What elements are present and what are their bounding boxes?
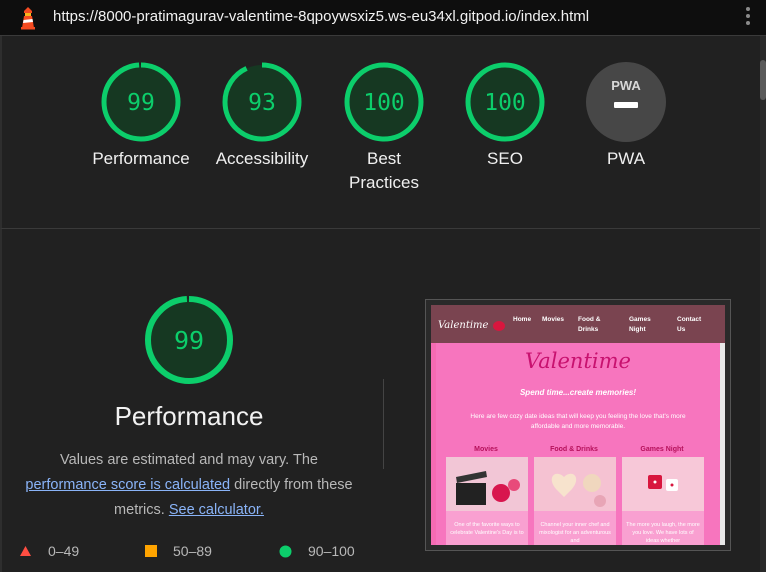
circle-icon [279, 545, 292, 557]
card-text: The more you laugh, the more you love. W… [626, 522, 700, 544]
desc-text: Values are estimated and may vary. The [60, 452, 318, 468]
card-movies: One of the favorite ways to celebrate Va… [446, 457, 528, 545]
site-nav-games: Games Night [629, 315, 651, 335]
pwa-badge-text: PWA [611, 78, 641, 93]
legend-pass: 90–100 [279, 543, 355, 559]
nav-line: Games [629, 316, 651, 323]
nav-line: Us [677, 326, 686, 333]
card-heading: Movies [474, 446, 498, 453]
lighthouse-icon [21, 7, 35, 30]
scrollbar-thumb[interactable] [760, 60, 766, 100]
site-nav-contact: Contact Us [677, 315, 701, 335]
games-image [622, 457, 704, 511]
divider [383, 379, 384, 469]
scrollbar-track[interactable] [760, 36, 766, 572]
square-icon [145, 545, 157, 557]
gauge-score: 100 [484, 90, 526, 116]
site-scrollbar [720, 343, 725, 545]
gauge-label: Performance [92, 149, 190, 168]
legend-average: 50–89 [145, 543, 212, 559]
see-calculator-link[interactable]: See calculator. [169, 502, 264, 518]
desc-text: directly from these [230, 477, 353, 493]
nav-line: Food & [578, 316, 601, 323]
gauge-performance[interactable]: 99 Performance [86, 61, 196, 171]
site-logo: Valentime [438, 320, 489, 331]
score-calculated-link[interactable]: performance score is calculated [25, 477, 230, 493]
nav-line: Contact [677, 316, 702, 323]
site-nav-home: Home [513, 316, 532, 323]
site-preview: Valentime Home Movies Food & Drinks Game… [431, 305, 725, 545]
card-heading: Games Night [640, 446, 684, 453]
gauge-ring: 100 [465, 62, 545, 142]
nav-line: Drinks [578, 326, 599, 333]
card-food: Channel your inner chef and mixologist f… [534, 457, 616, 545]
legend-fail: 0–49 [19, 543, 79, 559]
movies-image [446, 457, 528, 511]
site-intro: Here are few cozy date ideas that will k… [470, 413, 686, 430]
more-options-icon[interactable] [744, 7, 752, 29]
heart-icon [493, 321, 505, 331]
card-games: The more you laugh, the more you love. W… [622, 457, 704, 545]
site-subtitle: Spend time...create memories! [519, 388, 637, 397]
food-image [534, 457, 616, 511]
card-text: Channel your inner chef and mixologist f… [539, 522, 611, 544]
gauge-label: SEO [487, 149, 523, 168]
gauge-label: Best Practices [329, 147, 439, 195]
gauge-label-line: Practices [349, 173, 419, 192]
pwa-badge-icon: PWA [586, 62, 666, 142]
card-text: One of the favorite ways to celebrate Va… [450, 522, 524, 536]
gauge-label: PWA [606, 149, 646, 168]
gauge-accessibility[interactable]: 93 Accessibility [207, 61, 317, 171]
gauge-best-practices[interactable]: 100 Best Practices [329, 61, 439, 195]
site-nav-food: Food & Drinks [578, 315, 600, 335]
triangle-icon [20, 546, 31, 556]
performance-title: Performance [114, 401, 264, 431]
gauge-ring: 100 [344, 62, 424, 142]
legend-range: 0–49 [48, 543, 80, 559]
site-title: Valentime [525, 349, 631, 373]
gauge-score: 99 [127, 90, 155, 116]
category-gauges: 99 Performance 93 Accessibility 100 Best… [0, 36, 760, 229]
address-bar: https://8000-pratimagurav-valentime-8qpo… [0, 0, 766, 36]
url-text[interactable]: https://8000-pratimagurav-valentime-8qpo… [53, 8, 589, 25]
performance-score: 99 [174, 326, 204, 355]
gauge-ring: 99 [101, 62, 181, 142]
site-navbar: Valentime Home Movies Food & Drinks Game… [431, 305, 725, 343]
gauge-score: 100 [363, 90, 405, 116]
gauge-ring: 93 [222, 62, 302, 142]
performance-description: Values are estimated and may vary. The p… [2, 448, 376, 523]
gauge-label-line: Best [366, 149, 402, 168]
performance-section: 99 Performance Values are estimated and … [0, 229, 760, 572]
desc-text: metrics. [114, 502, 169, 518]
legend-range: 50–89 [173, 543, 212, 559]
site-body: Valentime Spend time...create memories! … [436, 343, 720, 545]
nav-line: Night [629, 326, 646, 333]
final-screenshot[interactable]: Valentime Home Movies Food & Drinks Game… [425, 299, 731, 551]
legend-range: 90–100 [308, 543, 355, 559]
gauge-label: Accessibility [215, 149, 309, 168]
performance-gauge: 99 [145, 296, 233, 384]
gauge-pwa[interactable]: PWA PWA [571, 61, 681, 171]
gauge-seo[interactable]: 100 SEO [450, 61, 560, 171]
card-heading: Food & Drinks [550, 446, 598, 453]
site-nav-movies: Movies [542, 316, 565, 323]
gauge-score: 93 [248, 90, 276, 116]
